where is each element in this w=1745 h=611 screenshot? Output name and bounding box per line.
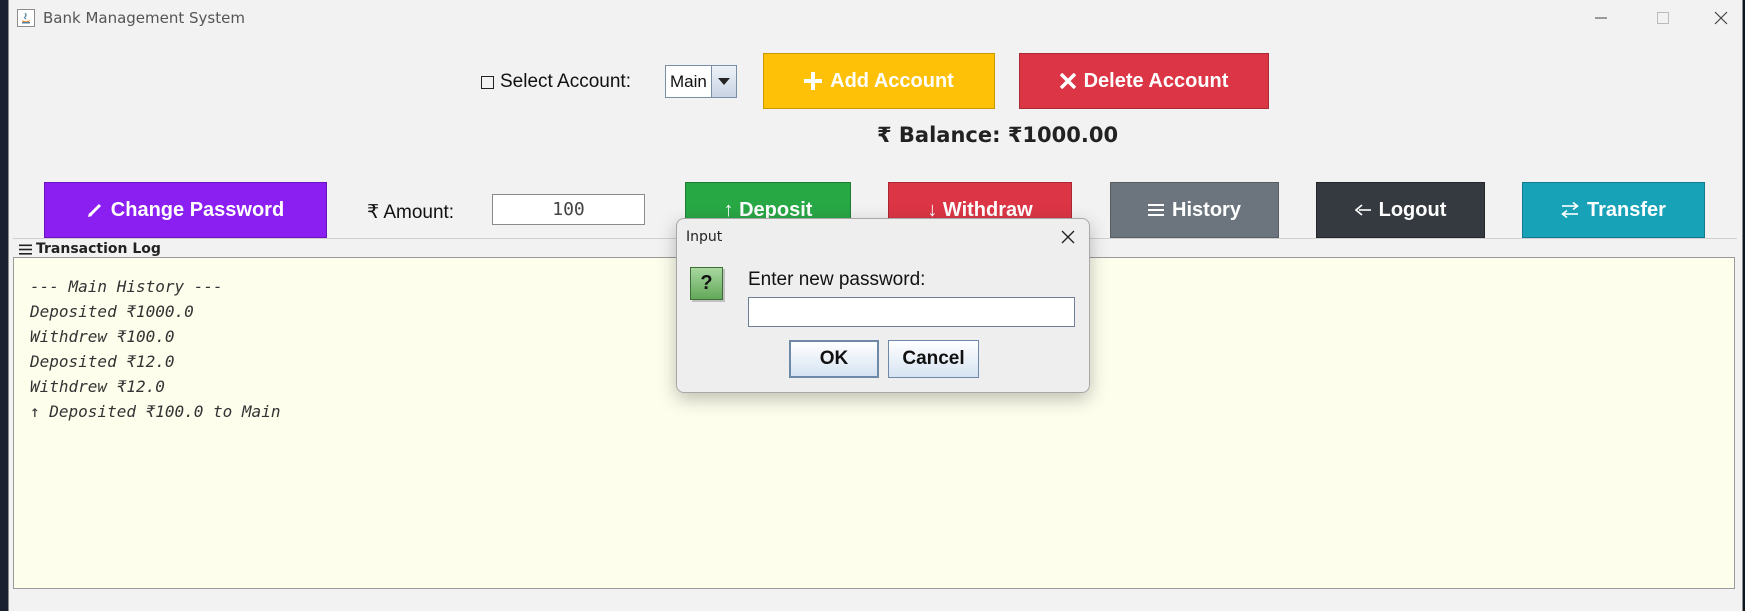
history-button[interactable]: History — [1110, 182, 1279, 238]
close-window-button[interactable] — [1694, 0, 1745, 36]
dialog-close-button[interactable] — [1053, 223, 1083, 251]
maximize-button[interactable] — [1636, 0, 1690, 36]
chevron-down-icon — [718, 77, 730, 85]
menu-icon — [19, 244, 32, 255]
input-dialog: Input ? Enter new password: OK Cancel — [676, 218, 1090, 393]
menu-icon — [1148, 204, 1165, 216]
logout-button[interactable]: Logout — [1316, 182, 1485, 238]
log-line: ↑ Deposited ₹100.0 to Main — [30, 402, 281, 421]
logout-label: Logout — [1378, 198, 1447, 221]
dialog-prompt: Enter new password: — [748, 269, 926, 290]
delete-account-button[interactable]: Delete Account — [1019, 53, 1269, 109]
account-selected-value: Main — [670, 72, 707, 91]
arrow-left-icon — [1354, 204, 1371, 216]
transfer-label: Transfer — [1587, 198, 1666, 221]
app-window: Bank Management System Select Account: M… — [8, 0, 1743, 611]
window-title: Bank Management System — [43, 9, 245, 27]
close-icon — [1061, 230, 1075, 244]
delete-account-label: Delete Account — [1083, 69, 1229, 92]
transaction-log-title: Transaction Log — [19, 241, 161, 257]
select-account-text: Select Account: — [500, 71, 631, 92]
transaction-log-label: Transaction Log — [36, 241, 161, 257]
java-app-icon — [17, 9, 35, 27]
question-icon: ? — [690, 267, 723, 300]
x-icon — [1059, 73, 1076, 89]
minimize-icon — [1595, 17, 1607, 19]
maximize-icon — [1657, 12, 1669, 24]
cancel-button[interactable]: Cancel — [888, 340, 979, 378]
cancel-label: Cancel — [902, 348, 965, 369]
change-password-button[interactable]: Change Password — [44, 182, 327, 238]
swap-arrows-icon — [1561, 202, 1579, 218]
amount-input[interactable]: 100 — [492, 194, 645, 225]
new-password-input[interactable] — [748, 297, 1075, 327]
account-combobox[interactable]: Main — [665, 65, 737, 98]
minimize-button[interactable] — [1574, 0, 1628, 36]
transfer-button[interactable]: Transfer — [1522, 182, 1705, 238]
close-icon — [1714, 11, 1728, 25]
title-bar[interactable]: Bank Management System — [9, 0, 1742, 36]
add-account-button[interactable]: Add Account — [763, 53, 995, 109]
history-label: History — [1172, 198, 1241, 221]
dialog-title: Input — [686, 229, 723, 245]
add-account-label: Add Account — [830, 69, 954, 92]
pencil-icon — [87, 203, 101, 217]
balance-label: ₹ Balance: ₹1000.00 — [877, 123, 1119, 147]
ok-label: OK — [819, 348, 849, 369]
checkbox-icon — [481, 75, 494, 89]
combo-dropdown-button[interactable] — [711, 66, 736, 97]
select-account-label: Select Account: — [481, 71, 631, 93]
plus-icon — [804, 72, 823, 90]
change-password-label: Change Password — [110, 198, 285, 221]
amount-value: 100 — [552, 199, 585, 220]
ok-button[interactable]: OK — [789, 340, 879, 378]
amount-label: ₹ Amount: — [367, 202, 455, 223]
